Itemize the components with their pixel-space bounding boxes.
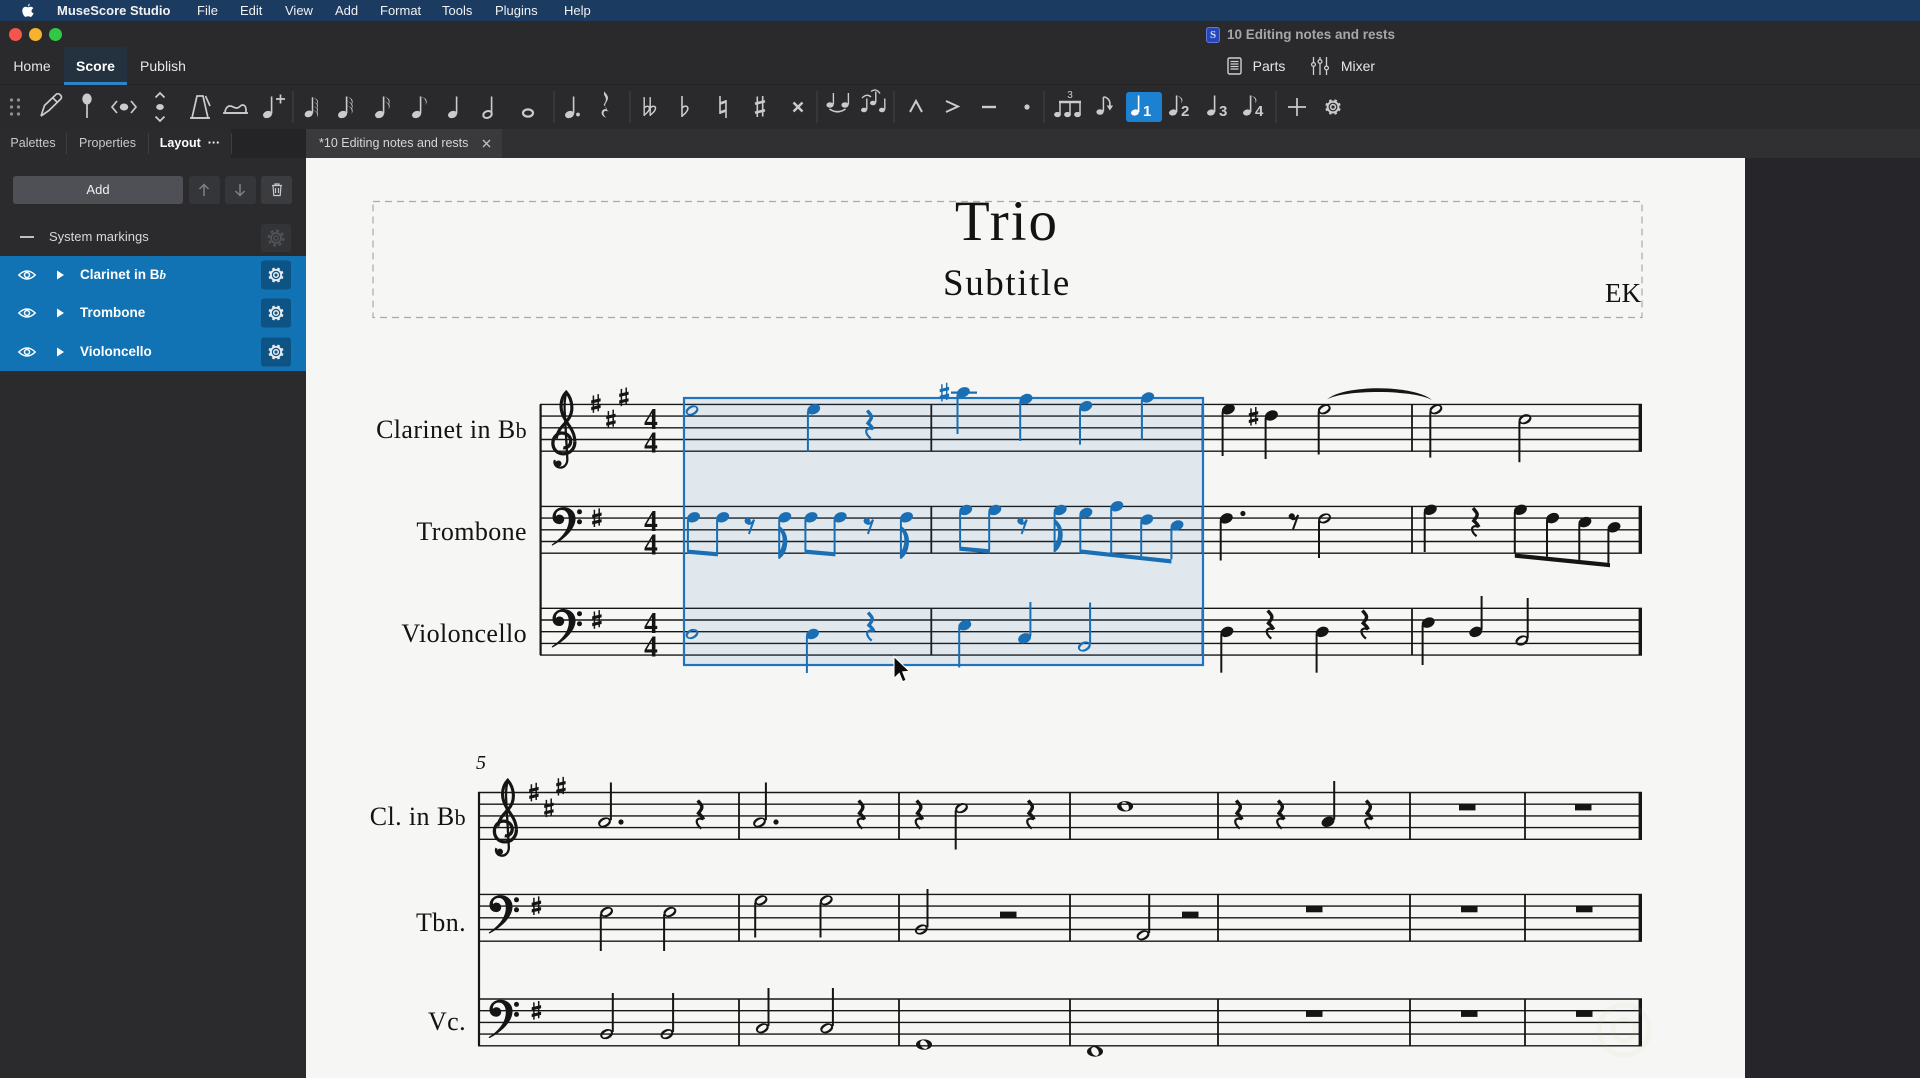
svg-text:3: 3 <box>1067 90 1073 101</box>
svg-text:2: 2 <box>1181 103 1189 120</box>
svg-text:3: 3 <box>1219 103 1227 120</box>
svg-text:1: 1 <box>1143 103 1151 120</box>
svg-text:4: 4 <box>1255 103 1264 120</box>
